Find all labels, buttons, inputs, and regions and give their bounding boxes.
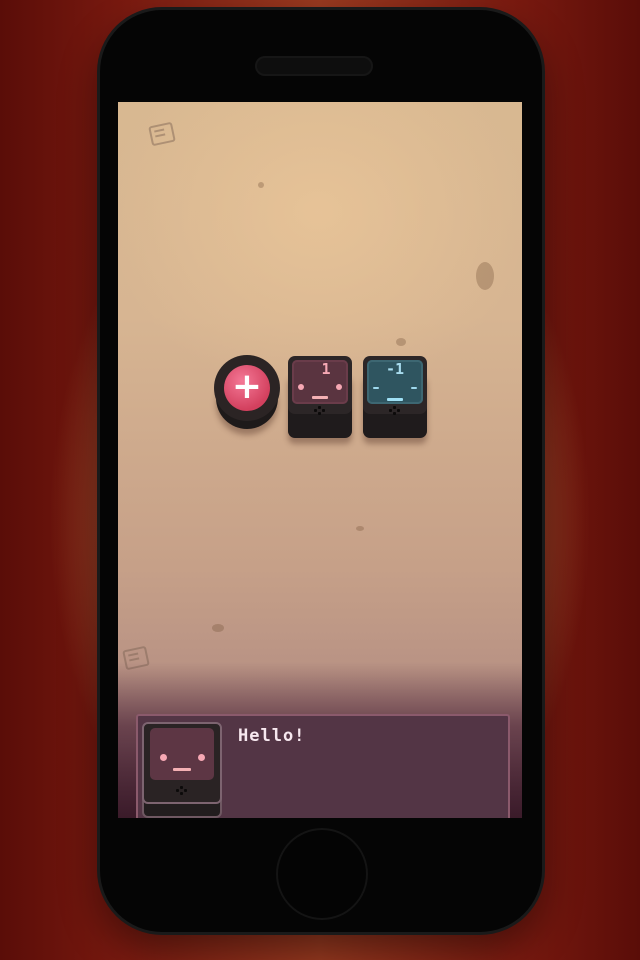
avatar-top (142, 722, 222, 804)
grime-spot (396, 338, 406, 346)
eye (336, 384, 342, 390)
block-value: -1 (385, 360, 405, 378)
dialog-box[interactable]: Hello! (136, 714, 510, 818)
block-positive[interactable]: 1 (288, 356, 352, 438)
plus-piece[interactable]: + (214, 355, 280, 429)
mouth (312, 396, 328, 399)
home-button[interactable] (276, 828, 368, 920)
speaker-dots-icon (176, 786, 188, 796)
mouth (387, 398, 403, 401)
phone-frame: + 1 -1 Hello! (100, 10, 542, 932)
grime-spot (258, 182, 264, 188)
mouth (173, 768, 191, 771)
corner-badge-icon (148, 121, 176, 147)
block-face: -1 (367, 360, 423, 404)
plus-piece-top: + (214, 355, 280, 421)
eye (411, 387, 417, 389)
eye (160, 754, 167, 761)
speaker-avatar (142, 722, 222, 818)
eye (298, 384, 304, 390)
speaker-dots-icon (314, 406, 326, 416)
block-top: -1 (363, 356, 427, 416)
face-icon (150, 728, 214, 780)
block-negative[interactable]: -1 (363, 356, 427, 438)
dialog-text: Hello! (238, 726, 306, 746)
phone-speaker (255, 56, 373, 76)
block-top: 1 (288, 356, 352, 416)
block-face: 1 (292, 360, 348, 404)
grime-spot (356, 526, 364, 531)
eye (198, 754, 205, 761)
plus-icon: + (224, 365, 270, 411)
block-value: 1 (321, 360, 331, 378)
grime-spot (212, 624, 224, 632)
grime-spot (476, 262, 494, 290)
game-screen[interactable]: + 1 -1 Hello! (118, 102, 522, 818)
eye (373, 387, 379, 389)
speaker-dots-icon (389, 406, 401, 416)
